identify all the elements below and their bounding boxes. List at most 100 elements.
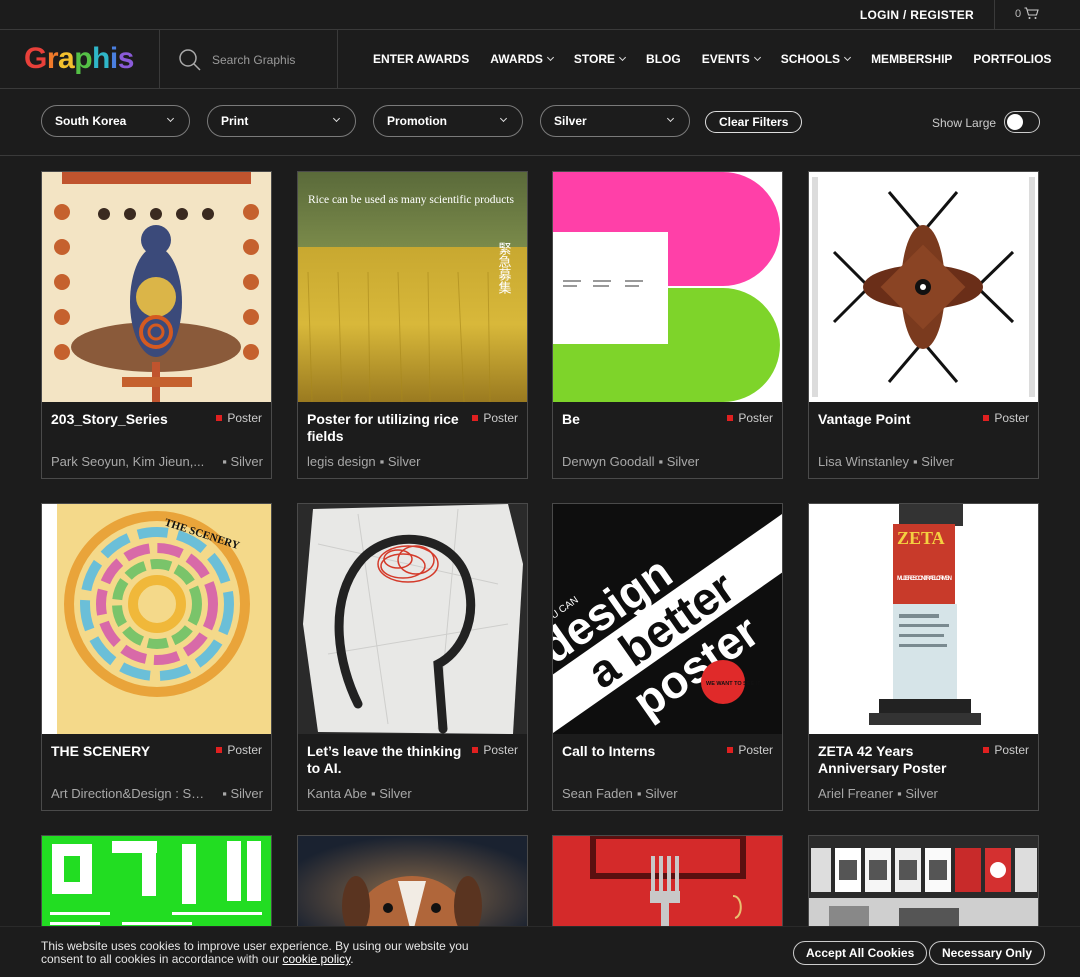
red-square-icon (472, 415, 479, 421)
nav-menu: ENTER AWARDS AWARDS STORE BLOG EVENTS SC… (373, 52, 1051, 66)
card-type-badge: Poster (727, 411, 773, 425)
card-meta: Ariel Freaner ▪ Silver (818, 786, 938, 801)
red-square-icon (727, 747, 734, 753)
card-call-to-interns[interactable]: IF YOU CAN design a better poster WE WAN… (552, 503, 783, 811)
cookie-banner: This website uses cookies to improve use… (0, 926, 1080, 977)
red-square-icon (216, 747, 223, 753)
card-title[interactable]: 203_Story_Series (51, 411, 211, 428)
card-type-badge: Poster (216, 411, 262, 425)
nav-portfolios[interactable]: PORTFOLIOS (973, 52, 1051, 66)
card-meta: Kanta Abe ▪ Silver (307, 786, 412, 801)
nav-divider (159, 30, 160, 89)
thumb-vertical-text: 緊急募集 (496, 242, 512, 294)
card-thumbnail[interactable] (42, 172, 271, 402)
chevron-down-icon (753, 53, 761, 62)
cookie-message: This website uses cookies to improve use… (41, 939, 469, 966)
card-type-badge: Poster (983, 743, 1029, 757)
card-zeta-42-years[interactable]: ZETA MUJERES CONTRA EL CRIMEN ZETA 42 Ye… (808, 503, 1039, 811)
card-title[interactable]: Let’s leave the thinking to AI. (307, 743, 467, 777)
card-partial[interactable] (808, 835, 1039, 936)
accept-all-cookies-button[interactable]: Accept All Cookies (793, 941, 928, 965)
nav-schools[interactable]: SCHOOLS (781, 52, 852, 66)
filter-bar: South Korea Print Promotion Silver Clear… (0, 89, 1080, 156)
toggle-knob (1007, 114, 1023, 130)
chevron-down-icon (666, 114, 675, 123)
award-select[interactable]: Silver (540, 105, 690, 137)
nav-awards[interactable]: AWARDS (490, 52, 554, 66)
top-bar: LOGIN / REGISTER 0 (0, 0, 1080, 30)
card-title[interactable]: Be (562, 411, 722, 428)
card-type-badge: Poster (216, 743, 262, 757)
card-title[interactable]: Vantage Point (818, 411, 978, 428)
card-thumbnail[interactable] (809, 836, 1038, 936)
necessary-only-button[interactable]: Necessary Only (929, 941, 1046, 965)
nav-events[interactable]: EVENTS (702, 52, 761, 66)
card-thumbnail[interactable]: ZETA MUJERES CONTRA EL CRIMEN (809, 504, 1038, 734)
card-rice-fields[interactable]: Rice can be used as many scientific prod… (297, 171, 528, 479)
show-large-label: Show Large (932, 116, 997, 130)
cart-icon (1024, 7, 1039, 19)
card-meta: Art Direction&Design : Sei... ▪ Silver (51, 786, 263, 801)
search-input[interactable] (212, 53, 332, 67)
card-the-scenery[interactable]: THE SCENERY THE SCENERY Poster Art Direc… (41, 503, 272, 811)
thumb-badge-text: WE WANT TO SEE IT. (706, 681, 762, 687)
search-icon[interactable] (178, 48, 202, 72)
chevron-down-icon (332, 114, 341, 123)
card-partial[interactable] (552, 835, 783, 936)
login-register-link[interactable]: LOGIN / REGISTER (860, 8, 974, 22)
card-thumbnail[interactable] (809, 172, 1038, 402)
card-type-badge: Poster (472, 411, 518, 425)
red-square-icon (216, 415, 223, 421)
card-thumbnail[interactable] (298, 504, 527, 734)
card-thumbnail[interactable] (42, 836, 271, 936)
red-square-icon (727, 415, 734, 421)
show-large-toggle[interactable] (1004, 111, 1040, 133)
chevron-down-icon (546, 53, 554, 62)
card-203-story-series[interactable]: 203_Story_Series Poster Park Seoyun, Kim… (41, 171, 272, 479)
card-title[interactable]: Poster for utilizing rice fields (307, 411, 467, 445)
country-select[interactable]: South Korea (41, 105, 190, 137)
thumb-headline: Rice can be used as many scientific prod… (308, 194, 514, 206)
chevron-down-icon (499, 114, 508, 123)
card-meta: Derwyn Goodall ▪ Silver (562, 454, 700, 469)
card-thumbnail[interactable] (298, 836, 527, 936)
card-partial[interactable] (297, 835, 528, 936)
card-type-badge: Poster (727, 743, 773, 757)
discipline-select[interactable]: Print (207, 105, 356, 137)
card-partial[interactable] (41, 835, 272, 936)
cart-count: 0 (1015, 7, 1022, 20)
chevron-down-icon (844, 53, 852, 62)
card-title[interactable]: THE SCENERY (51, 743, 211, 760)
clear-filters-button[interactable]: Clear Filters (705, 111, 803, 133)
graphis-logo[interactable]: Graphis (24, 42, 134, 76)
cookie-policy-link[interactable]: cookie policy (282, 952, 350, 966)
card-thumbnail[interactable] (553, 836, 782, 936)
card-thumbnail[interactable]: THE SCENERY (42, 504, 271, 734)
chevron-down-icon (166, 114, 175, 123)
nav-enter-awards[interactable]: ENTER AWARDS (373, 52, 469, 66)
card-thumbnail[interactable]: IF YOU CAN design a better poster WE WAN… (553, 504, 782, 734)
card-title[interactable]: ZETA 42 Years Anniversary Poster (818, 743, 978, 777)
card-type-badge: Poster (472, 743, 518, 757)
red-square-icon (983, 747, 990, 753)
category-select[interactable]: Promotion (373, 105, 523, 137)
red-square-icon (472, 747, 479, 753)
card-leave-thinking-to-ai[interactable]: Let’s leave the thinking to AI. Poster K… (297, 503, 528, 811)
nav-blog[interactable]: BLOG (646, 52, 681, 66)
card-thumbnail[interactable]: Rice can be used as many scientific prod… (298, 172, 527, 402)
topbar-divider (994, 0, 995, 30)
card-meta: Sean Faden ▪ Silver (562, 786, 678, 801)
thumb-masthead: ZETA (897, 528, 945, 548)
nav-membership[interactable]: MEMBERSHIP (871, 52, 952, 66)
card-title[interactable]: Call to Interns (562, 743, 722, 760)
card-meta: legis design ▪ Silver (307, 454, 421, 469)
card-thumbnail[interactable] (553, 172, 782, 402)
nav-store[interactable]: STORE (574, 52, 627, 66)
cart-button[interactable]: 0 (1015, 7, 1039, 20)
card-be[interactable]: Be Poster Derwyn Goodall ▪ Silver (552, 171, 783, 479)
card-type-badge: Poster (983, 411, 1029, 425)
nav-divider (337, 30, 338, 89)
red-square-icon (983, 415, 990, 421)
thumb-headline: MUJERES CONTRA EL CRIMEN (897, 576, 952, 582)
card-vantage-point[interactable]: Vantage Point Poster Lisa Winstanley ▪ Si… (808, 171, 1039, 479)
